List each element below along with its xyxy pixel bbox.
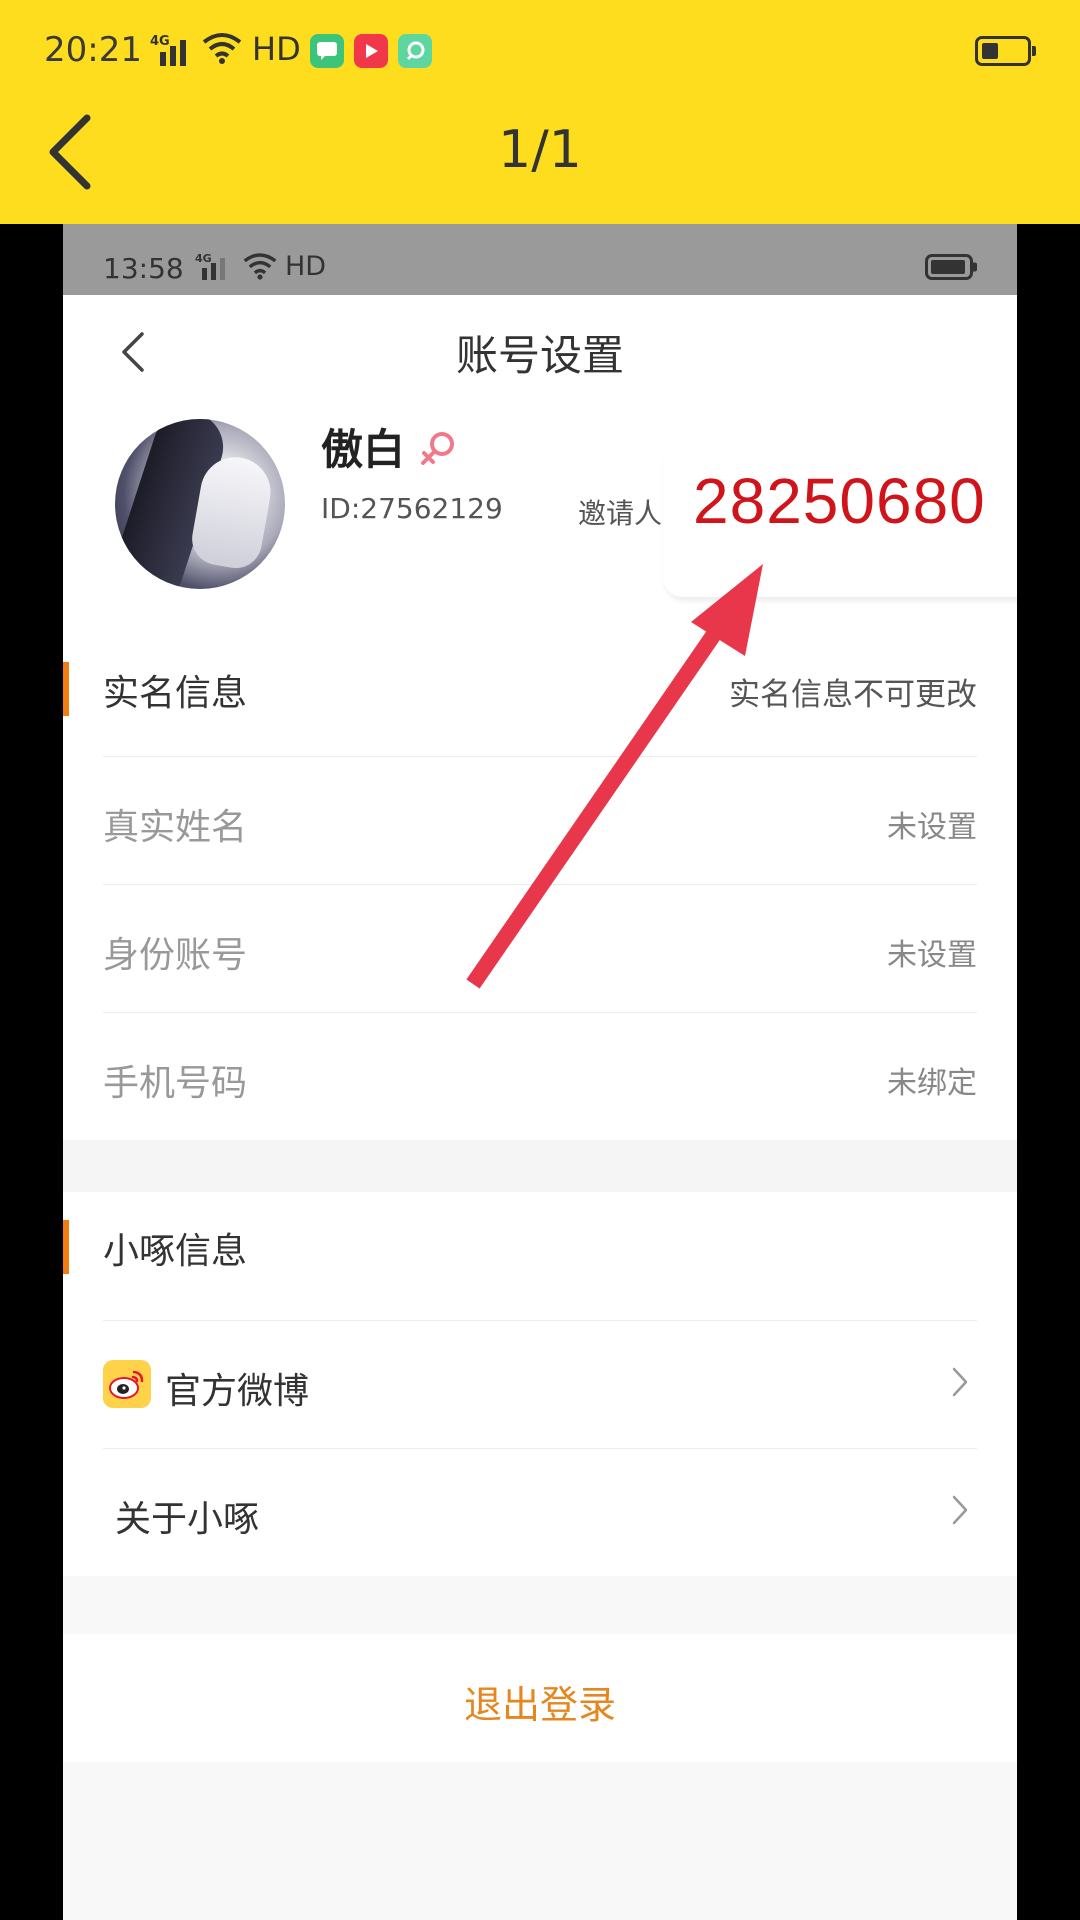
row-label: 关于小啄 bbox=[115, 1499, 260, 1540]
page-counter: 1/1 bbox=[498, 120, 582, 180]
screenshot-hd-label: HD bbox=[285, 251, 327, 282]
chevron-right-icon bbox=[951, 1366, 969, 1402]
row-value: 未设置 bbox=[887, 938, 977, 973]
username: 傲白 bbox=[321, 425, 406, 474]
screenshot-status-time: 13:58 bbox=[103, 252, 184, 285]
chevron-right-icon bbox=[951, 1494, 969, 1530]
logout-row: 退出登录 bbox=[63, 1634, 1017, 1762]
wifi-icon bbox=[202, 32, 242, 68]
row-label: 身份账号 bbox=[103, 935, 248, 976]
screenshot-signal-icon bbox=[193, 254, 225, 280]
screenshot-battery-icon bbox=[925, 254, 977, 280]
status-time: 20:21 bbox=[44, 30, 142, 70]
logout-button[interactable]: 退出登录 bbox=[63, 1674, 1017, 1729]
app-section-header: 小啄信息 bbox=[63, 1192, 1017, 1302]
app-section-title: 小啄信息 bbox=[103, 1231, 248, 1272]
row-value: 未设置 bbox=[887, 810, 977, 845]
screenshot-status-bar: 13:58 4G HD bbox=[63, 224, 1017, 295]
row-label: 手机号码 bbox=[103, 1063, 248, 1104]
list-item-real-name[interactable]: 真实姓名 未设置 bbox=[63, 756, 1017, 884]
inviter-code: 28250680 bbox=[693, 465, 986, 537]
list-item-id-number[interactable]: 身份账号 未设置 bbox=[63, 884, 1017, 1012]
hd-label: HD bbox=[252, 30, 301, 68]
realname-section-title: 实名信息 bbox=[103, 673, 248, 714]
screenshot-image: 13:58 4G HD 账号设置 傲白 ID:27562129 邀请人 2825… bbox=[63, 224, 1017, 1920]
message-app-icon bbox=[310, 34, 344, 68]
page-title: 账号设置 bbox=[455, 331, 624, 380]
user-id: ID:27562129 bbox=[321, 492, 503, 525]
section-accent-bar bbox=[63, 1220, 69, 1274]
list-item-phone[interactable]: 手机号码 未绑定 bbox=[63, 1012, 1017, 1140]
realname-section-note: 实名信息不可更改 bbox=[729, 677, 977, 713]
row-label: 真实姓名 bbox=[103, 807, 248, 848]
section-gap bbox=[63, 1140, 1017, 1192]
row-value: 未绑定 bbox=[887, 1066, 977, 1101]
video-app-icon bbox=[354, 34, 388, 68]
female-icon bbox=[418, 429, 458, 473]
screenshot-wifi-icon bbox=[243, 252, 277, 284]
list-item-about[interactable]: 关于小啄 bbox=[63, 1448, 1017, 1576]
battery-icon bbox=[975, 36, 1036, 66]
list-item-official-weibo[interactable]: 官方微博 bbox=[63, 1320, 1017, 1448]
signal-icon bbox=[150, 36, 186, 66]
avatar[interactable] bbox=[115, 419, 285, 589]
chat-app-icon bbox=[398, 34, 432, 68]
realname-section-header: 实名信息 实名信息不可更改 bbox=[63, 634, 1017, 744]
viewer-status-bar: 20:21 4G HD bbox=[0, 0, 1080, 104]
row-label: 官方微博 bbox=[165, 1371, 310, 1412]
viewer-header: 20:21 4G HD 1/1 bbox=[0, 0, 1080, 224]
section-accent-bar bbox=[63, 662, 69, 716]
inviter-label: 邀请人 bbox=[578, 497, 663, 530]
weibo-icon bbox=[103, 1360, 151, 1408]
